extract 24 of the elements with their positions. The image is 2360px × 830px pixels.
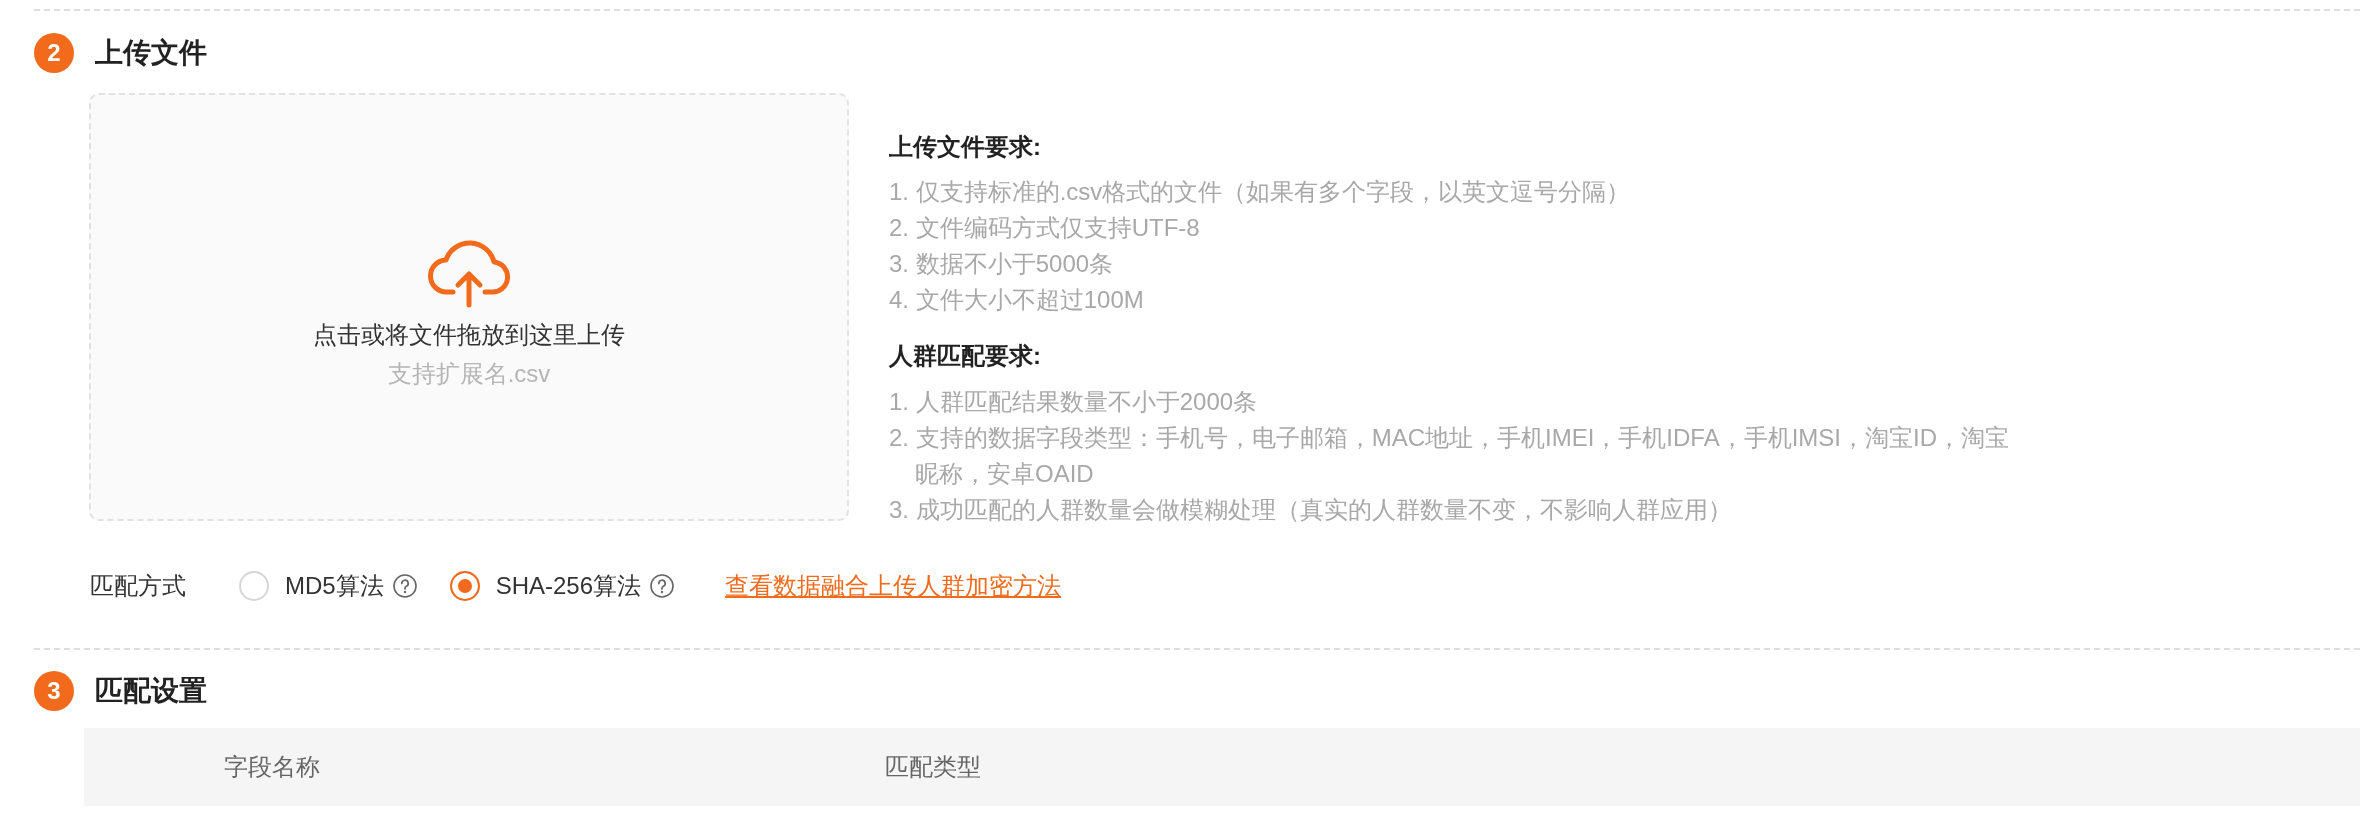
radio-button[interactable] xyxy=(449,571,480,601)
field-label: 匹配方式 xyxy=(90,571,186,601)
requirement-item: 3. 成功匹配的人群数量会做模糊处理（真实的人群数量不变，不影响人群应用） xyxy=(889,495,1733,525)
option-label[interactable]: SHA-256算法 xyxy=(495,568,642,604)
requirements-heading: 上传文件要求: xyxy=(889,132,1042,162)
requirement-item: 2. 支持的数据字段类型：手机号，电子邮箱，MAC地址，手机IMEI，手机IDFA，手机IMSI，淘宝ID，淘宝昵称，安卓OAID xyxy=(889,423,2011,489)
upload-prompt: 点击或将文件拖放到这里上传 xyxy=(313,320,625,350)
option-label[interactable]: MD5算法 xyxy=(285,568,384,604)
step-badge: 2 xyxy=(34,33,74,73)
upload-hint: 支持扩展名.csv xyxy=(387,359,551,389)
requirement-item: 2. 文件编码方式仅支持UTF-8 xyxy=(889,213,1201,243)
help-icon[interactable] xyxy=(650,574,675,598)
requirements-heading: 人群匹配要求: xyxy=(889,341,1042,371)
upload-dropzone[interactable]: 点击或将文件拖放到这里上传 支持扩展名.csv xyxy=(89,93,849,521)
requirement-item: 3. 数据不小于5000条 xyxy=(889,249,1115,279)
step-badge: 3 xyxy=(34,671,74,711)
requirement-item: 1. 人群匹配结果数量不小于2000条 xyxy=(889,387,1259,417)
column-header: 匹配类型 xyxy=(885,752,981,782)
requirement-item: 1. 仅支持标准的.csv格式的文件（如果有多个字段，以英文逗号分隔） xyxy=(889,177,1632,207)
section-title: 上传文件 xyxy=(95,36,207,70)
help-icon[interactable] xyxy=(392,574,417,598)
section-title: 匹配设置 xyxy=(95,674,207,708)
requirement-item: 4. 文件大小不超过100M xyxy=(889,285,1145,315)
column-header: 字段名称 xyxy=(224,752,320,782)
